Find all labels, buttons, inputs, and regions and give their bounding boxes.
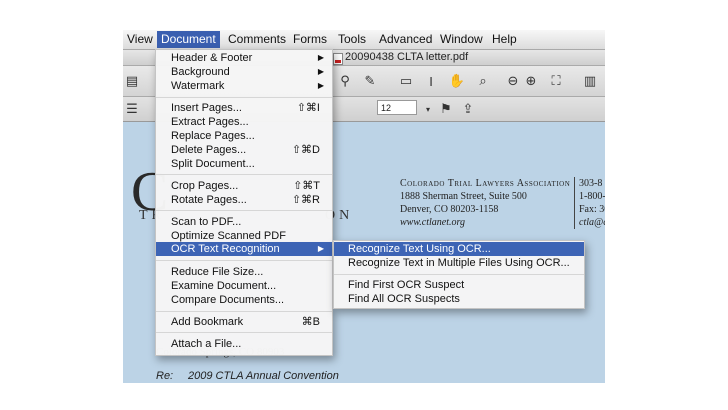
menu-help[interactable]: Help: [488, 31, 521, 48]
menu-separator: [156, 260, 332, 261]
menu-item-crop-pages[interactable]: Crop Pages... ⇧⌘T: [156, 179, 332, 193]
menu-separator: [156, 174, 332, 175]
menu-separator: [334, 274, 584, 275]
menu-document[interactable]: Document: [157, 31, 220, 48]
org-website: www.ctlanet.org: [400, 217, 465, 228]
list-icon[interactable]: ☰: [123, 100, 141, 118]
find-icon[interactable]: ⚑: [437, 100, 455, 118]
menu-advanced[interactable]: Advanced: [375, 31, 436, 48]
menu-item-ocr-text-recognition[interactable]: OCR Text Recognition ▶: [156, 242, 332, 256]
org-city: Denver, CO 80203-1158: [400, 204, 499, 215]
zoom-in-icon[interactable]: ⊕: [522, 72, 540, 90]
window-title: 20090438 CLTA letter.pdf: [345, 51, 469, 63]
menu-item-scan-to-pdf[interactable]: Scan to PDF...: [156, 215, 332, 229]
two-page-icon[interactable]: ▥: [581, 72, 599, 90]
highlight-tool-icon[interactable]: ▭: [397, 72, 415, 90]
menu-bar: View Document Comments Forms Tools Advan…: [123, 30, 605, 50]
zoom-out-icon[interactable]: ⊖: [504, 72, 522, 90]
org-phone: 303-8: [579, 178, 603, 189]
re-subject: 2009 CTLA Annual Convention: [188, 370, 339, 382]
pdf-file-icon: [333, 53, 343, 65]
org-email: ctla@c: [579, 217, 605, 228]
org-fax: Fax: 30: [579, 204, 605, 215]
menu-separator: [156, 332, 332, 333]
org-contact: 303-8 1-800- Fax: 30 ctla@c: [574, 177, 605, 229]
organization-address: Colorado Trial Lawyers Association 1888 …: [400, 177, 570, 229]
menu-item-add-bookmark[interactable]: Add Bookmark ⌘B: [156, 315, 332, 329]
submenu-arrow-icon: ▶: [317, 81, 324, 90]
menu-item-replace-pages[interactable]: Replace Pages...: [156, 129, 332, 143]
org-tollfree: 1-800-: [579, 191, 605, 202]
export-icon[interactable]: ⇪: [459, 100, 477, 118]
menu-item-watermark[interactable]: Watermark ▶: [156, 79, 332, 93]
document-menu: Header & Footer ▶ Background ▶ Watermark ▶ …: [155, 49, 333, 356]
submenu-arrow-icon: ▶: [317, 53, 324, 62]
submenu-arrow-icon: ▶: [317, 67, 324, 76]
menu-separator: [156, 210, 332, 211]
fit-page-icon[interactable]: ⛶: [547, 72, 565, 90]
submenu-arrow-icon: ▶: [317, 244, 324, 253]
menu-item-optimize-scanned-pdf[interactable]: Optimize Scanned PDF: [156, 229, 332, 243]
sticky-note-icon[interactable]: ✎: [361, 72, 379, 90]
submenu-item-recognize-multiple[interactable]: Recognize Text in Multiple Files Using O…: [334, 256, 584, 270]
menu-separator: [156, 311, 332, 312]
zoom-level-field[interactable]: 12: [377, 100, 417, 115]
menu-tools[interactable]: Tools: [334, 31, 370, 48]
hand-tool-icon[interactable]: ✋: [448, 72, 466, 90]
submenu-item-find-all-suspects[interactable]: Find All OCR Suspects: [334, 292, 584, 306]
menu-item-insert-pages[interactable]: Insert Pages... ⇧⌘I: [156, 101, 332, 115]
menu-separator: [156, 97, 332, 98]
menu-item-delete-pages[interactable]: Delete Pages... ⇧⌘D: [156, 143, 332, 157]
zoom-tool-icon[interactable]: ⌕: [474, 72, 492, 90]
menu-comments[interactable]: Comments: [224, 31, 290, 48]
menu-forms[interactable]: Forms: [289, 31, 331, 48]
menu-window[interactable]: Window: [436, 31, 487, 48]
ocr-submenu: Recognize Text Using OCR... Recognize Te…: [333, 240, 585, 309]
menu-item-split-document[interactable]: Split Document...: [156, 157, 332, 171]
org-street: 1888 Sherman Street, Suite 500: [400, 191, 527, 202]
menu-item-header-footer[interactable]: Header & Footer ▶: [156, 51, 332, 65]
menu-item-background[interactable]: Background ▶: [156, 65, 332, 79]
select-text-icon[interactable]: I: [422, 72, 440, 90]
menu-item-reduce-file-size[interactable]: Reduce File Size...: [156, 265, 332, 279]
re-label: Re:: [156, 370, 174, 382]
menu-item-rotate-pages[interactable]: Rotate Pages... ⇧⌘R: [156, 193, 332, 207]
submenu-item-recognize-text[interactable]: Recognize Text Using OCR...: [334, 242, 584, 256]
menu-view[interactable]: View: [123, 31, 157, 48]
zoom-dropdown-icon[interactable]: ▾: [419, 100, 437, 118]
stamp-icon[interactable]: ⚲: [336, 72, 354, 90]
menu-item-attach-file[interactable]: Attach a File...: [156, 337, 332, 351]
menu-item-extract-pages[interactable]: Extract Pages...: [156, 115, 332, 129]
menu-item-examine-document[interactable]: Examine Document...: [156, 279, 332, 293]
menu-item-compare-documents[interactable]: Compare Documents...: [156, 293, 332, 307]
print-icon[interactable]: ▤: [123, 72, 141, 90]
submenu-item-find-first-suspect[interactable]: Find First OCR Suspect: [334, 278, 584, 292]
org-name: Colorado Trial Lawyers Association: [400, 178, 571, 189]
